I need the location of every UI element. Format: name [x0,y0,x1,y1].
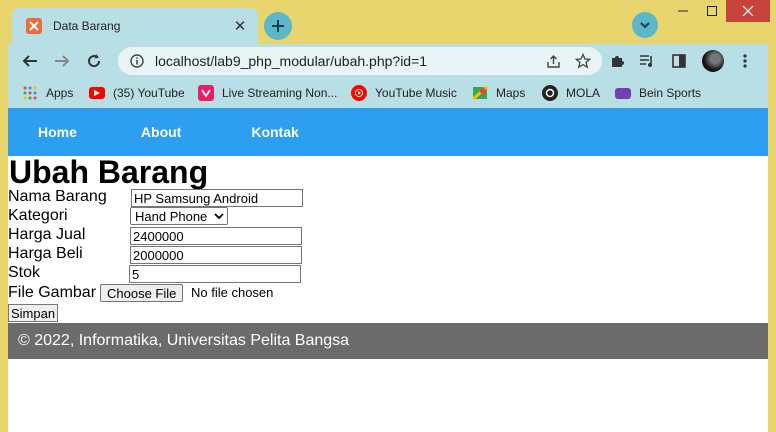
form-row-harga-beli: Harga Beli [8,245,768,264]
xampp-favicon-icon [26,18,42,34]
bookmark-label: Maps [496,86,526,100]
bookmark-youtube-music[interactable]: YouTube Music [351,84,457,102]
nav-link-kontak[interactable]: Kontak [213,124,330,140]
browser-toolbar: localhost/lab9_php_modular/ubah.php?id=1 [8,44,768,78]
tab-search-button[interactable] [632,12,658,38]
close-icon [743,6,753,16]
side-panel-icon[interactable] [668,50,690,72]
page-title: Ubah Barang [9,154,209,190]
bookmark-apps[interactable]: Apps [22,84,73,102]
maximize-icon [707,6,717,16]
page-viewport: Home About Kontak Ubah Barang Nama Baran… [8,108,768,432]
arrow-left-icon [22,55,37,67]
stok-input[interactable] [129,265,301,283]
bookmark-live-streaming[interactable]: Live Streaming Non... [198,84,337,102]
tab-title: Data Barang [53,19,121,33]
nama-barang-label: Nama Barang [8,188,107,205]
choose-file-button[interactable]: Choose File [100,284,184,302]
file-status-text: No file chosen [191,285,274,300]
back-button[interactable] [18,49,42,73]
chevron-down-icon [640,22,650,29]
simpan-button[interactable]: Simpan [8,304,59,322]
form-row-kategori: Kategori Hand Phone [8,207,768,226]
info-icon[interactable] [127,51,147,71]
kategori-label: Kategori [8,207,68,224]
window-maximize-button[interactable] [697,0,727,22]
reload-icon [88,54,101,68]
harga-beli-label: Harga Beli [8,245,83,262]
bookmarks-bar: Apps (35) YouTube Live Streaming Non... … [8,78,768,108]
menu-kebab-icon[interactable] [734,50,756,72]
bookmark-label: MOLA [566,86,601,100]
chevron-down-icon [214,212,224,219]
youtube-music-icon [351,85,367,101]
minimize-icon [678,10,688,12]
harga-jual-input[interactable] [130,227,302,245]
extensions-icon[interactable] [606,50,628,72]
share-icon[interactable] [542,50,564,72]
kategori-selected-value: Hand Phone [135,208,208,224]
page-footer: © 2022, Informatika, Universitas Pelita … [8,323,768,359]
arrow-right-icon [55,55,70,67]
browser-titlebar: Data Barang ✕ [0,0,776,44]
mola-icon [542,85,558,101]
window-minimize-button[interactable] [668,0,698,22]
window-close-button[interactable] [726,0,770,22]
apps-grid-icon [22,85,38,101]
file-gambar-label: File Gambar [8,284,97,301]
nav-link-about[interactable]: About [109,124,213,140]
site-navbar: Home About Kontak [8,108,768,156]
address-bar[interactable]: localhost/lab9_php_modular/ubah.php?id=1 [118,47,602,75]
nav-link-home[interactable]: Home [8,124,109,140]
forward-button[interactable] [50,49,74,73]
bein-sports-icon [615,87,631,99]
form-row-file-gambar: File Gambar Choose File No file chosen [8,283,768,303]
new-tab-button[interactable] [264,12,292,40]
bookmark-label: Apps [46,86,74,100]
media-queue-icon[interactable] [636,50,658,72]
profile-avatar[interactable] [702,50,724,72]
bookmark-label: YouTube Music [375,86,457,100]
harga-beli-input[interactable] [130,246,302,264]
edit-item-form: Nama Barang Kategori Hand Phone Harga Ju… [8,188,768,303]
youtube-icon [89,87,105,99]
browser-tab[interactable]: Data Barang ✕ [12,8,258,44]
tab-close-icon[interactable]: ✕ [230,16,250,36]
nama-barang-input[interactable] [131,189,303,207]
form-row-stok: Stok [8,264,768,283]
maps-icon [472,85,488,101]
form-row-harga-jual: Harga Jual [8,226,768,245]
live-streaming-icon [198,85,214,101]
stok-label: Stok [8,264,41,281]
url-text[interactable]: localhost/lab9_php_modular/ubah.php?id=1 [155,53,542,69]
bookmark-youtube[interactable]: (35) YouTube [89,84,185,102]
bookmark-bein-sports[interactable]: Bein Sports [615,84,701,102]
kategori-select[interactable]: Hand Phone [130,207,228,225]
bookmark-maps[interactable]: Maps [472,84,525,102]
bookmark-label: Live Streaming Non... [222,86,338,100]
form-row-nama-barang: Nama Barang [8,188,768,207]
reload-button[interactable] [82,49,106,73]
bookmark-star-icon[interactable] [572,50,594,72]
bookmark-mola[interactable]: MOLA [542,84,600,102]
bookmark-label: (35) YouTube [113,86,185,100]
bookmark-label: Bein Sports [639,86,702,100]
plus-icon [272,20,284,32]
harga-jual-label: Harga Jual [8,226,86,243]
